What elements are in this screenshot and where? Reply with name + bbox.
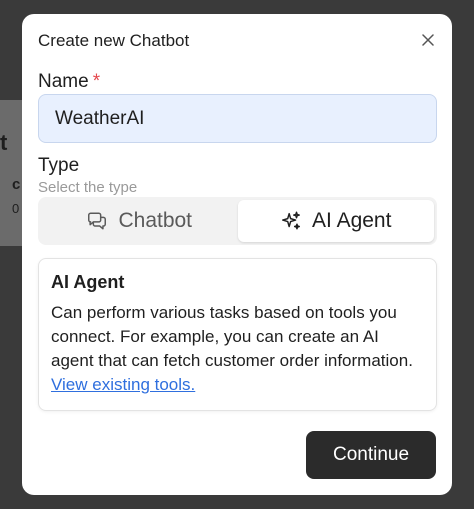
create-chatbot-modal: Create new Chatbot Name* Type Select the…: [22, 14, 452, 495]
background-card-title: c: [12, 176, 21, 193]
type-description-body: Can perform various tasks based on tools…: [51, 301, 424, 397]
name-label: Name *: [38, 71, 100, 93]
close-button[interactable]: [416, 28, 440, 52]
type-option-ai-agent[interactable]: AI Agent: [237, 200, 434, 242]
close-icon: [422, 34, 434, 46]
background-heading: t: [0, 130, 8, 155]
type-option-chatbot-label: Chatbot: [118, 209, 193, 232]
background-card-subtitle: 0: [12, 201, 20, 216]
name-input[interactable]: [38, 94, 437, 143]
name-label-text: Name: [38, 71, 89, 92]
modal-title: Create new Chatbot: [38, 31, 190, 50]
type-description-card: AI Agent Can perform various tasks based…: [38, 258, 437, 411]
sparkles-icon: [282, 211, 301, 230]
type-selector: Chatbot AI Agent: [38, 197, 437, 245]
type-option-ai-agent-label: AI Agent: [312, 209, 392, 232]
type-option-chatbot[interactable]: Chatbot: [41, 200, 238, 242]
type-description-title: AI Agent: [51, 272, 125, 292]
type-hint: Select the type: [38, 179, 138, 196]
type-description-text: Can perform various tasks based on tools…: [51, 303, 413, 370]
chat-bubbles-icon: [88, 212, 107, 230]
type-label: Type: [38, 155, 80, 176]
required-mark: *: [92, 71, 101, 92]
view-existing-tools-link[interactable]: View existing tools.: [51, 375, 195, 394]
continue-button[interactable]: Continue: [306, 431, 436, 479]
